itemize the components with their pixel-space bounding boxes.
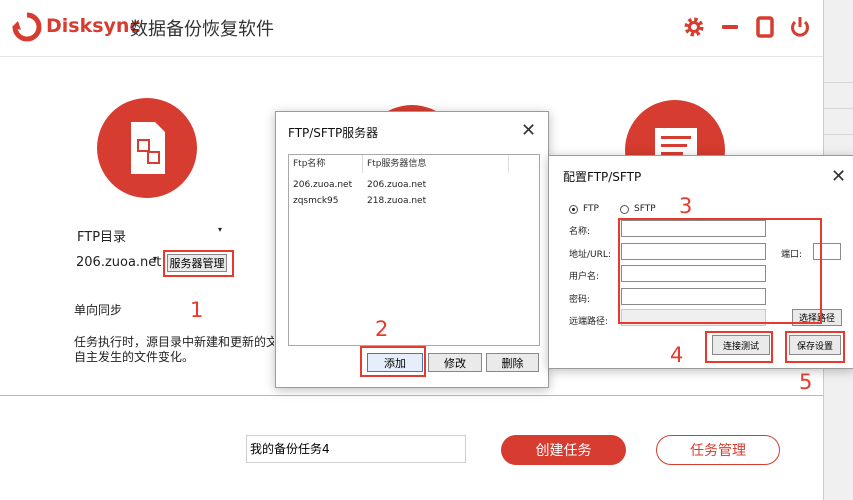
row-1-name[interactable]: 206.zuoa.net (293, 180, 352, 190)
row-2-name[interactable]: zqsmck95 (293, 196, 339, 206)
server-select[interactable]: 206.zuoa.net ▾ (73, 252, 162, 272)
delete-server-button[interactable]: 删除 (486, 353, 539, 372)
sync-desc-line2: 自主发生的文件变化。 (74, 350, 195, 364)
chevron-down-icon: ▾ (152, 254, 157, 263)
dialog-title: FTP/SFTP服务器 (288, 126, 379, 140)
sync-logo-icon (12, 12, 42, 42)
close-icon[interactable]: ✕ (831, 166, 846, 187)
chevron-down-icon: ▾ (217, 225, 222, 234)
task-manage-button[interactable]: 任务管理 (656, 435, 780, 465)
radio-sftp-label: SFTP (634, 204, 656, 214)
row-2-info[interactable]: 218.zuoa.net (367, 196, 426, 206)
server-value: 206.zuoa.net (76, 255, 162, 270)
gear-icon[interactable] (680, 13, 708, 41)
annotation-number-4: 4 (670, 343, 684, 367)
radio-ftp-label: FTP (583, 204, 599, 214)
dialog-title: 配置FTP/SFTP (563, 170, 642, 184)
sync-mode-label: 单向同步 (74, 303, 123, 317)
brand-name: Disksync (46, 15, 141, 37)
username-label: 用户名: (569, 272, 600, 282)
annotation-number-3: 3 (679, 194, 693, 218)
maximize-icon[interactable] (751, 13, 779, 41)
annotation-box-1 (163, 250, 234, 277)
ftp-server-list: Ftp名称 Ftp服务器信息 206.zuoa.net 206.zuoa.net… (288, 154, 540, 346)
dir-type-select[interactable]: FTP目录 ▾ (73, 223, 225, 245)
edit-server-button[interactable]: 修改 (428, 353, 482, 372)
section-divider (0, 395, 823, 396)
power-icon[interactable] (786, 13, 814, 41)
app-title: 数据备份恢复软件 (130, 19, 274, 40)
annotation-number-5: 5 (799, 370, 813, 394)
annotation-box-5 (785, 331, 845, 363)
create-task-button[interactable]: 创建任务 (501, 435, 626, 465)
row-1-info[interactable]: 206.zuoa.net (367, 180, 426, 190)
password-label: 密码: (569, 295, 591, 305)
url-label: 地址/URL: (569, 250, 611, 260)
radio-ftp[interactable] (569, 205, 578, 214)
task-name-input[interactable]: 我的备份任务4 (246, 435, 466, 463)
title-bar: Disksync 数据备份恢复软件 (0, 0, 823, 57)
remote-path-label: 远端路径: (569, 317, 609, 327)
annotation-number-1: 1 (190, 298, 204, 322)
close-icon[interactable]: ✕ (521, 120, 536, 141)
column-header-name[interactable]: Ftp名称 (289, 155, 363, 173)
column-header-info[interactable]: Ftp服务器信息 (363, 155, 509, 173)
dir-type-value: FTP目录 (77, 230, 127, 245)
annotation-box-4 (705, 331, 773, 363)
name-label: 名称: (569, 227, 591, 237)
annotation-box-3 (618, 218, 822, 324)
annotation-box-2 (360, 346, 426, 377)
minimize-icon[interactable] (716, 13, 744, 41)
radio-sftp[interactable] (620, 205, 629, 214)
annotation-number-2: 2 (375, 317, 389, 341)
source-dir-icon[interactable] (97, 98, 197, 198)
